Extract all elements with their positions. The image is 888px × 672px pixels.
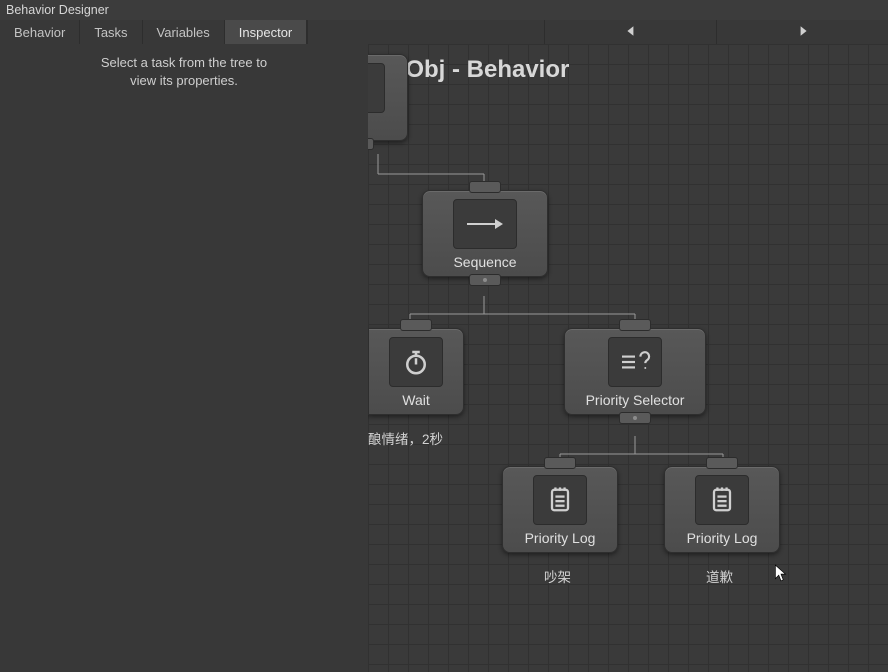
node-sequence-label: Sequence	[453, 254, 516, 270]
log-icon	[533, 475, 587, 525]
tab-variables[interactable]: Variables	[143, 20, 225, 44]
node-wait-caption: 酿情绪，2秒	[368, 428, 443, 448]
log-icon	[695, 475, 749, 525]
node-port[interactable]	[469, 274, 501, 286]
window-titlebar: Behavior Designer	[0, 0, 888, 20]
history-back-button[interactable]	[544, 20, 716, 44]
node-priority-log-right-label: Priority Log	[687, 530, 758, 546]
stopwatch-icon	[389, 337, 443, 387]
node-port[interactable]	[368, 138, 374, 150]
tab-behavior[interactable]: Behavior	[0, 20, 80, 44]
node-port[interactable]	[544, 457, 576, 469]
nav-spacer	[307, 20, 544, 44]
node-port[interactable]	[706, 457, 738, 469]
node-priority-selector[interactable]: Priority Selector	[564, 328, 706, 415]
node-priority-log-right[interactable]: Priority Log	[664, 466, 780, 553]
history-forward-button[interactable]	[716, 20, 888, 44]
inspector-empty-hint-line2: view its properties.	[14, 72, 354, 90]
node-port[interactable]	[619, 319, 651, 331]
node-port[interactable]	[469, 181, 501, 193]
graph-canvas[interactable]: BtObj - Behavior t	[368, 44, 888, 672]
tab-variables-label: Variables	[157, 25, 210, 40]
node-port[interactable]	[619, 412, 651, 424]
tab-bar: Behavior Tasks Variables Inspector	[0, 20, 888, 44]
node-wait-label: Wait	[402, 392, 429, 408]
node-wait[interactable]: Wait	[368, 328, 464, 415]
tab-inspector[interactable]: Inspector	[225, 20, 307, 44]
tab-tasks-label: Tasks	[94, 25, 127, 40]
node-priority-log-left-label: Priority Log	[525, 530, 596, 546]
triangle-right-icon	[797, 25, 809, 40]
tab-tasks[interactable]: Tasks	[80, 20, 142, 44]
inspector-empty-hint-line1: Select a task from the tree to	[14, 54, 354, 72]
node-priority-log-left-caption: 吵架	[544, 566, 571, 586]
question-node-icon	[368, 63, 385, 113]
node-priority-log-right-caption: 道歉	[706, 566, 733, 586]
tab-inspector-label: Inspector	[239, 25, 292, 40]
graph-title: BtObj - Behavior	[380, 56, 569, 84]
node-priority-log-left[interactable]: Priority Log	[502, 466, 618, 553]
nav-toolbar	[307, 20, 888, 44]
node-selector-partial[interactable]: tor	[368, 54, 408, 141]
priority-selector-icon	[608, 337, 662, 387]
triangle-left-icon	[625, 25, 637, 40]
window-title: Behavior Designer	[6, 3, 109, 17]
node-priority-selector-label: Priority Selector	[586, 392, 685, 408]
arrow-right-icon	[453, 199, 517, 249]
node-sequence[interactable]: Sequence	[422, 190, 548, 277]
inspector-panel: Select a task from the tree to view its …	[0, 44, 368, 672]
node-port[interactable]	[400, 319, 432, 331]
tab-behavior-label: Behavior	[14, 25, 65, 40]
